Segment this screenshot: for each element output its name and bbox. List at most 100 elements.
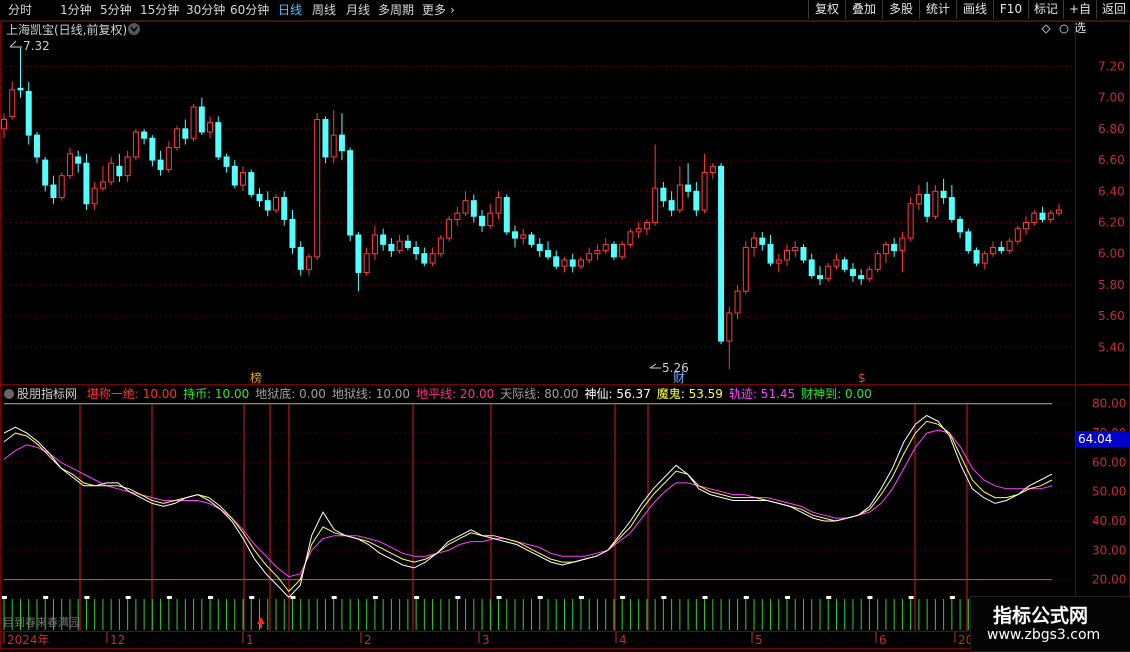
indicator-menu-icon[interactable]	[4, 389, 14, 399]
candle-body	[561, 259, 568, 267]
indicator-tick-label: 50.00	[1092, 485, 1126, 499]
candle-body	[91, 187, 98, 205]
indicator-item: 神仙: 56.37	[584, 387, 651, 401]
candle-body	[874, 253, 881, 270]
candle-body	[289, 218, 296, 248]
bar-dot	[908, 596, 914, 599]
candle-body	[355, 234, 362, 273]
bar-dot	[43, 596, 49, 599]
price-tick-label: 7.20	[1098, 59, 1125, 73]
candle-body	[437, 237, 444, 255]
candle-body	[833, 259, 840, 267]
candle-body	[1006, 240, 1013, 252]
add-watchlist-button[interactable]: +自选	[1063, 0, 1096, 35]
candle-body	[709, 165, 716, 174]
period-tab-60min[interactable]: 60分钟	[230, 0, 269, 20]
candle-body	[569, 259, 576, 267]
candle-body	[775, 259, 782, 264]
candle-body	[207, 122, 214, 133]
candle-body	[454, 212, 461, 220]
candle-body	[380, 234, 387, 245]
chevron-right-icon[interactable]: ›	[450, 0, 455, 20]
period-tab-30min[interactable]: 30分钟	[186, 0, 225, 20]
multi-stock-button[interactable]: 多股	[882, 0, 919, 19]
candle-body	[495, 197, 502, 214]
watermark-url: www.zbgs3.com	[987, 627, 1101, 643]
price-tick-label: 5.60	[1098, 309, 1125, 323]
diamond-icon[interactable]	[1041, 24, 1051, 34]
candle-body	[157, 159, 164, 170]
candle-body	[396, 240, 403, 252]
candle-body	[182, 128, 189, 139]
period-tab-fenshi[interactable]: 分时	[8, 0, 32, 20]
candle-body	[305, 256, 312, 270]
period-tab-weekly[interactable]: 周线	[312, 0, 336, 20]
price-tick-label: 6.40	[1098, 184, 1125, 198]
candle-body	[990, 246, 997, 255]
event-marker-bang[interactable]: 榜	[250, 370, 262, 385]
candle-body	[124, 156, 131, 177]
candle-body	[190, 106, 197, 139]
candle-body	[751, 237, 758, 248]
price-tick-label: 5.40	[1098, 340, 1125, 354]
candle-body	[33, 134, 40, 158]
candle-body	[816, 275, 823, 280]
candle-body	[363, 253, 370, 273]
stats-button[interactable]: 统计	[919, 0, 956, 19]
indicator-name[interactable]: 股朋指标网	[17, 387, 77, 401]
kline-chart-area[interactable]: 7.20 7.00 6.80 6.60 6.40 6.20 6.00 5.80 5.60 5.40…	[0, 21, 1130, 650]
bar-dot	[2, 596, 7, 599]
period-tab-monthly[interactable]: 月线	[346, 0, 370, 20]
back-button[interactable]: 返回	[1096, 0, 1130, 19]
chevron-down-icon[interactable]	[128, 23, 140, 35]
period-tab-daily[interactable]: 日线	[278, 0, 302, 20]
candle-body	[174, 128, 181, 149]
lower-band-text: 目到春来春满园	[3, 616, 80, 629]
candle-body	[9, 89, 16, 117]
candle-body	[371, 234, 378, 255]
period-tab-1min[interactable]: 1分钟	[60, 0, 92, 20]
high-price-label: 7.32	[23, 39, 50, 53]
date-label: 3	[482, 633, 490, 647]
settings-circle-icon[interactable]	[1059, 24, 1069, 34]
candle-body	[676, 184, 683, 211]
watermark: 指标公式网 www.zbgs3.com	[970, 596, 1130, 652]
event-marker-dollar[interactable]: $	[858, 371, 866, 385]
bar-dot	[620, 596, 626, 599]
bar-dot	[166, 596, 172, 599]
candle-body	[404, 240, 411, 248]
overlay-button[interactable]: 叠加	[845, 0, 882, 19]
candle-body	[767, 243, 774, 264]
candle-body	[577, 259, 584, 267]
candle-body	[487, 212, 494, 227]
candle-body	[784, 250, 791, 261]
chart-frame	[0, 21, 1130, 649]
candle-body	[50, 184, 57, 199]
bar-dot	[455, 596, 461, 599]
indicator-tick-label: 20.00	[1092, 573, 1126, 587]
f10-button[interactable]: F10	[993, 0, 1028, 19]
indicator-header: 股朋指标网 堪称一绝: 10.00 持币: 10.00 地狱底: 0.00 地狱线: …	[4, 386, 872, 402]
bar-dot	[372, 596, 378, 599]
event-marker-cai[interactable]: 财	[673, 371, 685, 385]
candle-body	[652, 187, 659, 224]
period-tab-5min[interactable]: 5分钟	[100, 0, 132, 20]
candle-body	[132, 131, 139, 158]
period-tab-15min[interactable]: 15分钟	[140, 0, 179, 20]
candle-body	[998, 246, 1005, 252]
mark-button[interactable]: 标记	[1028, 0, 1063, 19]
bar-dot	[249, 596, 255, 599]
candle-body	[512, 231, 519, 239]
draw-line-button[interactable]: 画线	[956, 0, 993, 19]
bar-dot	[785, 596, 791, 599]
bar-dot	[496, 596, 502, 599]
period-tab-more[interactable]: 更多	[422, 0, 446, 20]
immortal-line	[3, 414, 1053, 599]
candle-body	[470, 200, 477, 217]
period-tab-multi[interactable]: 多周期	[378, 0, 414, 20]
fuquan-button[interactable]: 复权	[808, 0, 845, 19]
bar-dot	[125, 596, 131, 599]
devil-line	[3, 420, 1053, 593]
bar-dot	[208, 596, 214, 599]
candle-body	[198, 106, 205, 133]
